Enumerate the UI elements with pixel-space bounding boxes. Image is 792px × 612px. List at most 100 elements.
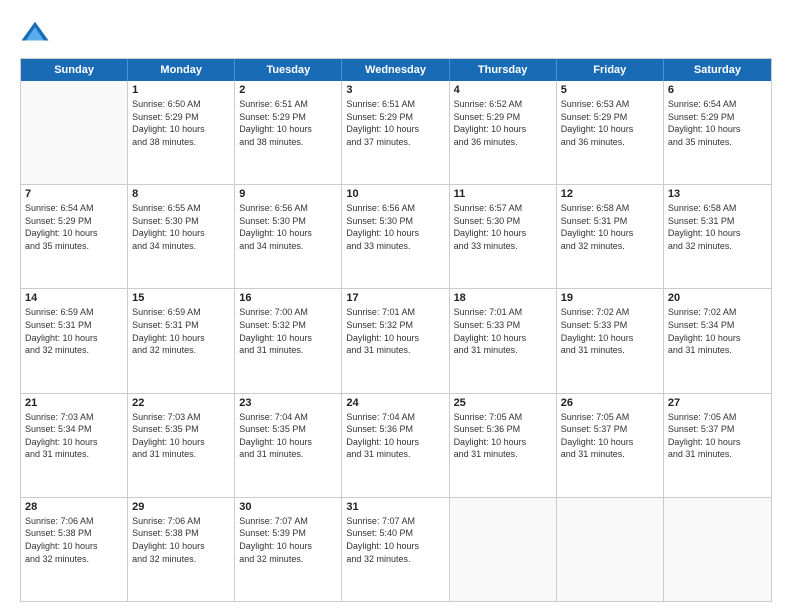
calendar-cell: 10Sunrise: 6:56 AMSunset: 5:30 PMDayligh…	[342, 185, 449, 288]
day-info: Sunrise: 6:53 AMSunset: 5:29 PMDaylight:…	[561, 98, 659, 148]
day-info: Sunrise: 6:52 AMSunset: 5:29 PMDaylight:…	[454, 98, 552, 148]
calendar-cell: 28 Sunrise: 7:06 AMSunset: 5:38 PMDayligh…	[21, 498, 128, 601]
calendar-cell: 1Sunrise: 6:50 AMSunset: 5:29 PMDaylight…	[128, 81, 235, 184]
calendar-cell: 31Sunrise: 7:07 AMSunset: 5:40 PMDayligh…	[342, 498, 449, 601]
calendar-cell	[21, 81, 128, 184]
day-info: Sunrise: 6:58 AMSunset: 5:31 PMDaylight:…	[561, 202, 659, 252]
day-info: Sunrise: 6:54 AMSunset: 5:29 PMDaylight:…	[668, 98, 767, 148]
calendar-cell: 23 Sunrise: 7:04 AMSunset: 5:35 PMDayligh…	[235, 394, 342, 497]
day-number: 6	[668, 84, 767, 96]
calendar-cell: 2Sunrise: 6:51 AMSunset: 5:29 PMDaylight…	[235, 81, 342, 184]
calendar-cell	[664, 498, 771, 601]
weekday-header: Thursday	[450, 59, 557, 81]
day-info: Sunrise: 7:07 AMSunset: 5:39 PMDaylight:…	[239, 515, 337, 565]
day-number: 22	[132, 397, 230, 409]
calendar-cell	[557, 498, 664, 601]
calendar-cell: 16 Sunrise: 7:00 AMSunset: 5:32 PMDayligh…	[235, 289, 342, 392]
calendar-cell: 13Sunrise: 6:58 AMSunset: 5:31 PMDayligh…	[664, 185, 771, 288]
calendar-cell: 27 Sunrise: 7:05 AMSunset: 5:37 PMDayligh…	[664, 394, 771, 497]
day-info: Sunrise: 7:03 AMSunset: 5:35 PMDaylight:…	[132, 411, 230, 461]
day-info: Sunrise: 7:00 AMSunset: 5:32 PMDaylight:…	[239, 306, 337, 356]
logo	[20, 18, 52, 48]
day-number: 12	[561, 188, 659, 200]
day-info: Sunrise: 7:01 AMSunset: 5:32 PMDaylight:…	[346, 306, 444, 356]
day-number: 19	[561, 292, 659, 304]
weekday-header: Friday	[557, 59, 664, 81]
day-info: Sunrise: 6:57 AMSunset: 5:30 PMDaylight:…	[454, 202, 552, 252]
calendar-cell: 12 Sunrise: 6:58 AMSunset: 5:31 PMDayligh…	[557, 185, 664, 288]
day-number: 24	[346, 397, 444, 409]
calendar-cell: 17 Sunrise: 7:01 AMSunset: 5:32 PMDayligh…	[342, 289, 449, 392]
day-number: 21	[25, 397, 123, 409]
calendar-row: 1Sunrise: 6:50 AMSunset: 5:29 PMDaylight…	[21, 81, 771, 185]
day-number: 3	[346, 84, 444, 96]
day-number: 18	[454, 292, 552, 304]
calendar-cell: 5 Sunrise: 6:53 AMSunset: 5:29 PMDaylight…	[557, 81, 664, 184]
day-number: 8	[132, 188, 230, 200]
calendar-cell: 24 Sunrise: 7:04 AMSunset: 5:36 PMDayligh…	[342, 394, 449, 497]
calendar-cell: 30Sunrise: 7:07 AMSunset: 5:39 PMDayligh…	[235, 498, 342, 601]
day-info: Sunrise: 6:55 AMSunset: 5:30 PMDaylight:…	[132, 202, 230, 252]
day-info: Sunrise: 7:05 AMSunset: 5:36 PMDaylight:…	[454, 411, 552, 461]
day-number: 17	[346, 292, 444, 304]
header	[20, 18, 772, 48]
day-info: Sunrise: 6:59 AMSunset: 5:31 PMDaylight:…	[132, 306, 230, 356]
day-number: 16	[239, 292, 337, 304]
day-number: 11	[454, 188, 552, 200]
day-info: Sunrise: 7:06 AMSunset: 5:38 PMDaylight:…	[132, 515, 230, 565]
calendar-cell	[450, 498, 557, 601]
weekday-header: Wednesday	[342, 59, 449, 81]
day-number: 31	[346, 501, 444, 513]
day-number: 23	[239, 397, 337, 409]
day-number: 20	[668, 292, 767, 304]
day-info: Sunrise: 6:54 AMSunset: 5:29 PMDaylight:…	[25, 202, 123, 252]
calendar-cell: 18Sunrise: 7:01 AMSunset: 5:33 PMDayligh…	[450, 289, 557, 392]
day-info: Sunrise: 7:04 AMSunset: 5:36 PMDaylight:…	[346, 411, 444, 461]
day-number: 2	[239, 84, 337, 96]
calendar-cell: 29 Sunrise: 7:06 AMSunset: 5:38 PMDayligh…	[128, 498, 235, 601]
day-number: 7	[25, 188, 123, 200]
calendar-cell: 15 Sunrise: 6:59 AMSunset: 5:31 PMDayligh…	[128, 289, 235, 392]
calendar-cell: 9Sunrise: 6:56 AMSunset: 5:30 PMDaylight…	[235, 185, 342, 288]
weekday-header: Monday	[128, 59, 235, 81]
calendar-cell: 19 Sunrise: 7:02 AMSunset: 5:33 PMDayligh…	[557, 289, 664, 392]
calendar-row: 21 Sunrise: 7:03 AMSunset: 5:34 PMDayligh…	[21, 394, 771, 498]
day-info: Sunrise: 6:59 AMSunset: 5:31 PMDaylight:…	[25, 306, 123, 356]
day-number: 14	[25, 292, 123, 304]
calendar-row: 28 Sunrise: 7:06 AMSunset: 5:38 PMDayligh…	[21, 498, 771, 601]
day-info: Sunrise: 7:06 AMSunset: 5:38 PMDaylight:…	[25, 515, 123, 565]
day-number: 26	[561, 397, 659, 409]
calendar-body: 1Sunrise: 6:50 AMSunset: 5:29 PMDaylight…	[21, 81, 771, 601]
day-info: Sunrise: 6:50 AMSunset: 5:29 PMDaylight:…	[132, 98, 230, 148]
weekday-header: Saturday	[664, 59, 771, 81]
day-number: 25	[454, 397, 552, 409]
calendar-cell: 26 Sunrise: 7:05 AMSunset: 5:37 PMDayligh…	[557, 394, 664, 497]
day-number: 27	[668, 397, 767, 409]
day-info: Sunrise: 7:05 AMSunset: 5:37 PMDaylight:…	[561, 411, 659, 461]
day-number: 28	[25, 501, 123, 513]
day-info: Sunrise: 7:02 AMSunset: 5:33 PMDaylight:…	[561, 306, 659, 356]
day-number: 5	[561, 84, 659, 96]
day-info: Sunrise: 7:03 AMSunset: 5:34 PMDaylight:…	[25, 411, 123, 461]
calendar-cell: 14 Sunrise: 6:59 AMSunset: 5:31 PMDayligh…	[21, 289, 128, 392]
weekday-header: Tuesday	[235, 59, 342, 81]
calendar-cell: 11 Sunrise: 6:57 AMSunset: 5:30 PMDayligh…	[450, 185, 557, 288]
day-info: Sunrise: 7:05 AMSunset: 5:37 PMDaylight:…	[668, 411, 767, 461]
calendar-cell: 25 Sunrise: 7:05 AMSunset: 5:36 PMDayligh…	[450, 394, 557, 497]
calendar-header: SundayMondayTuesdayWednesdayThursdayFrid…	[21, 59, 771, 81]
calendar: SundayMondayTuesdayWednesdayThursdayFrid…	[20, 58, 772, 602]
day-number: 13	[668, 188, 767, 200]
day-info: Sunrise: 7:02 AMSunset: 5:34 PMDaylight:…	[668, 306, 767, 356]
calendar-cell: 7 Sunrise: 6:54 AMSunset: 5:29 PMDaylight…	[21, 185, 128, 288]
calendar-cell: 20 Sunrise: 7:02 AMSunset: 5:34 PMDayligh…	[664, 289, 771, 392]
logo-icon	[20, 18, 50, 48]
calendar-cell: 8 Sunrise: 6:55 AMSunset: 5:30 PMDaylight…	[128, 185, 235, 288]
day-info: Sunrise: 7:04 AMSunset: 5:35 PMDaylight:…	[239, 411, 337, 461]
day-number: 9	[239, 188, 337, 200]
calendar-cell: 6 Sunrise: 6:54 AMSunset: 5:29 PMDaylight…	[664, 81, 771, 184]
day-number: 29	[132, 501, 230, 513]
day-info: Sunrise: 6:56 AMSunset: 5:30 PMDaylight:…	[346, 202, 444, 252]
calendar-cell: 21 Sunrise: 7:03 AMSunset: 5:34 PMDayligh…	[21, 394, 128, 497]
day-number: 15	[132, 292, 230, 304]
calendar-cell: 22 Sunrise: 7:03 AMSunset: 5:35 PMDayligh…	[128, 394, 235, 497]
